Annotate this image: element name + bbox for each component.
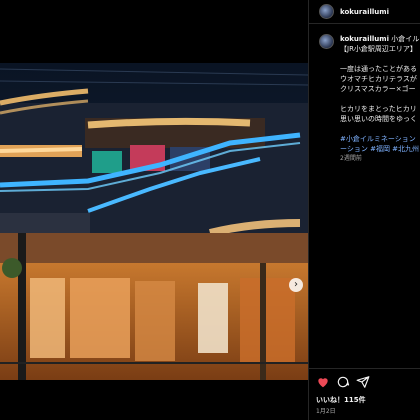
post-photo[interactable]: › 小倉 <box>0 63 308 380</box>
comment-icon[interactable] <box>336 375 350 389</box>
like-count[interactable]: いいね！115件 <box>316 395 366 405</box>
illumination-photo <box>0 63 308 380</box>
divider <box>308 368 420 369</box>
post-actions <box>308 375 420 391</box>
caption-username[interactable]: kokuraillumi <box>340 35 389 43</box>
avatar[interactable] <box>319 34 334 49</box>
post-time-ago: 2週間前 <box>340 155 362 162</box>
hashtag-link[interactable]: ーション #福岡 #北九州 <box>340 144 420 154</box>
share-icon[interactable] <box>356 375 370 389</box>
post-caption: kokuraillumi 小倉イルミ 【JR小倉駅周辺エリア】 一度は通ったこと… <box>319 34 420 164</box>
next-image-button[interactable]: › <box>289 278 303 292</box>
caption-line: クリスマスカラー×ゴー <box>340 85 416 93</box>
post-date: 1月2日 <box>316 408 336 415</box>
caption-line: ウオマチヒカリテラスが <box>340 75 417 83</box>
caption-line: 【JR小倉駅周辺エリア】 <box>340 45 417 53</box>
post-header: kokuraillumi <box>309 0 420 24</box>
post-detail-pane: kokuraillumi kokuraillumi 小倉イルミ 【JR小倉駅周辺… <box>308 0 420 420</box>
username-link[interactable]: kokuraillumi <box>340 8 389 16</box>
caption-line: 一度は通ったことがある <box>340 65 417 73</box>
caption-line: 小倉イルミ <box>391 35 420 43</box>
hashtag-link[interactable]: #小倉イルミネーション <box>340 134 420 144</box>
avatar[interactable] <box>319 4 334 19</box>
caption-line: 思い思いの時間をゆっく <box>340 115 417 123</box>
heart-icon[interactable] <box>316 375 330 389</box>
caption-text: kokuraillumi 小倉イルミ 【JR小倉駅周辺エリア】 一度は通ったこと… <box>340 34 420 164</box>
caption-line: ヒカリをまとったヒカリ <box>340 105 417 113</box>
